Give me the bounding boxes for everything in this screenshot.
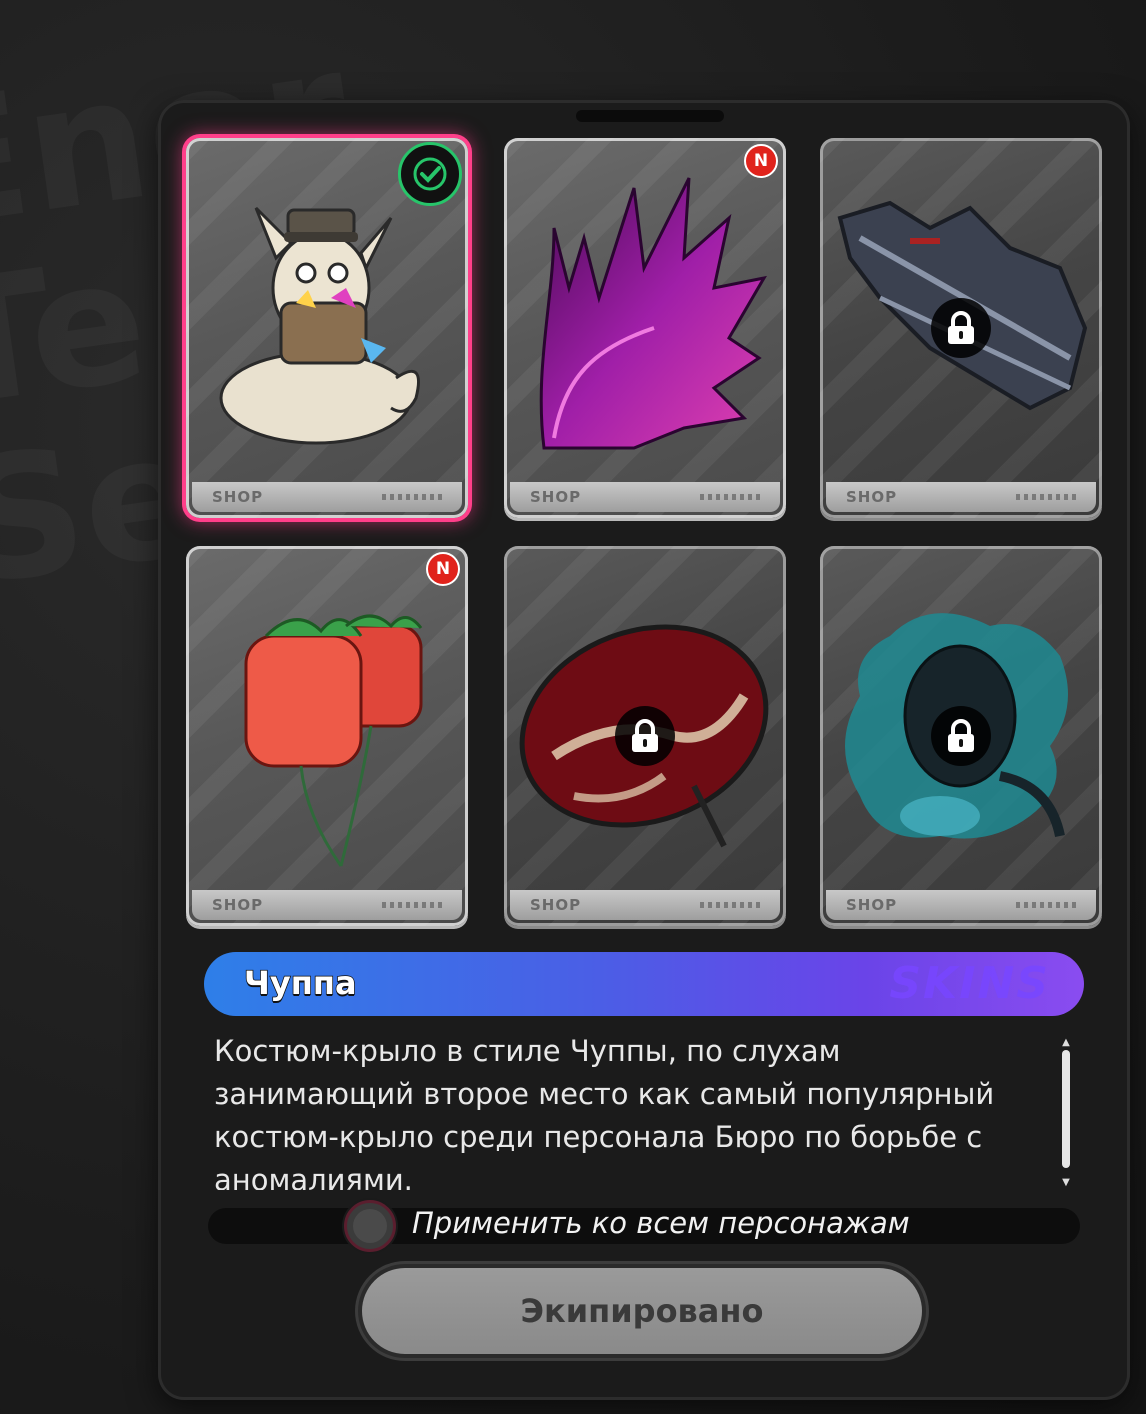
equipped-button[interactable]: Экипировано <box>362 1268 922 1354</box>
equipped-button-label: Экипировано <box>520 1292 764 1330</box>
footer-stripes <box>382 494 442 500</box>
skin-card-red-umbrella[interactable]: SHOP <box>504 546 786 926</box>
footer-stripes <box>700 494 760 500</box>
footer-stripes <box>700 902 760 908</box>
purple-flame-wing-icon <box>539 177 767 450</box>
strawberry-balloon-icon <box>244 614 423 867</box>
skin-card-purple-flame-wing[interactable]: N SHOP <box>504 138 786 518</box>
selected-skin-name: Чуппа <box>243 963 357 1003</box>
skin-panel: SHOP N SHOP SHOP N SHOP SHOP SHOP SKINS … <box>158 100 1130 1400</box>
shop-label: SHOP <box>846 488 898 506</box>
lock-icon <box>615 706 675 766</box>
skin-description: Костюм-крыло в стиле Чуппы, по слухам за… <box>214 1034 995 1190</box>
selected-skin-name-bar: SKINS Чуппа <box>204 952 1084 1016</box>
shop-label: SHOP <box>530 896 582 914</box>
lock-icon <box>931 706 991 766</box>
apply-all-label: Применить ко всем персонажам <box>412 1206 910 1240</box>
footer-stripes <box>1016 494 1076 500</box>
skin-card-bat-wing[interactable]: SHOP <box>820 138 1102 518</box>
shop-label: SHOP <box>530 488 582 506</box>
scroll-thumb[interactable] <box>1062 1050 1070 1168</box>
skins-tag: SKINS <box>889 958 1050 1009</box>
skin-card-chuppa[interactable]: SHOP <box>186 138 468 518</box>
panel-drag-handle[interactable] <box>576 110 724 122</box>
new-badge: N <box>744 144 778 178</box>
description-scrollbar[interactable]: ▲ ▼ <box>1060 1038 1072 1188</box>
new-badge: N <box>426 552 460 586</box>
scroll-up-arrow-icon[interactable]: ▲ <box>1060 1038 1072 1048</box>
apply-all-toggle[interactable] <box>344 1200 396 1252</box>
skin-card-ghost-creature[interactable]: SHOP <box>820 546 1102 926</box>
shop-label: SHOP <box>212 896 264 914</box>
skin-card-strawberry-balloons[interactable]: N SHOP <box>186 546 468 926</box>
apply-all-row: Применить ко всем персонажам <box>208 1200 1080 1252</box>
footer-stripes <box>382 902 442 908</box>
scroll-down-arrow-icon[interactable]: ▼ <box>1060 1178 1072 1188</box>
shop-label: SHOP <box>212 488 264 506</box>
equipped-check-icon <box>398 142 462 206</box>
lock-icon <box>931 298 991 358</box>
footer-stripes <box>1016 902 1076 908</box>
shop-label: SHOP <box>846 896 898 914</box>
